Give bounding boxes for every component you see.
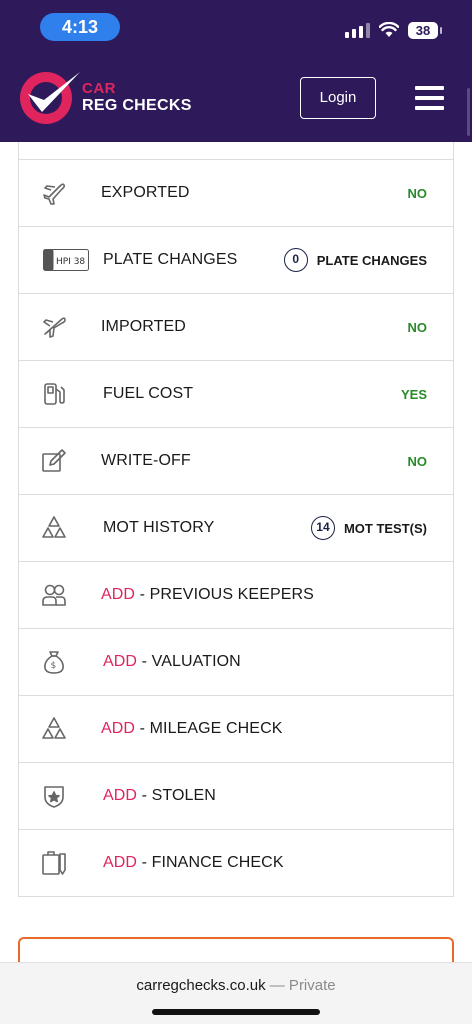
private-label: — Private	[269, 977, 336, 994]
warning-triangles-icon	[42, 717, 66, 739]
plate-text: HPI 38	[56, 257, 85, 267]
add-link[interactable]: ADD	[103, 854, 137, 871]
row-label: ADD - FINANCE CHECK	[103, 854, 284, 872]
logo-text-reg-checks: REG CHECKS	[82, 97, 192, 114]
row-label-text: - VALUATION	[141, 653, 241, 670]
url-text[interactable]: carregchecks.co.uk — Private	[0, 977, 472, 994]
row-label: PLATE CHANGES	[103, 251, 238, 268]
row-label: ADD - VALUATION	[103, 653, 241, 671]
row-value: NO	[407, 453, 428, 469]
login-button[interactable]: Login	[300, 77, 376, 119]
list-item-finance-check[interactable]: ADD - FINANCE CHECK	[18, 830, 454, 897]
cellular-signal-icon	[345, 22, 370, 38]
list-item-exported: EXPORTED NO	[18, 160, 454, 227]
wifi-icon	[379, 22, 399, 37]
count-badge: 0	[283, 248, 308, 272]
row-label: ADD - MILEAGE CHECK	[101, 720, 283, 738]
list-item-previous-keepers[interactable]: ADD - PREVIOUS KEEPERS	[18, 562, 454, 629]
status-time: 4:13	[40, 13, 120, 41]
row-value: YES	[400, 386, 427, 402]
browser-address-bar[interactable]: carregchecks.co.uk — Private	[0, 962, 472, 1024]
add-link[interactable]: ADD	[103, 787, 137, 804]
money-bag-icon: $	[44, 651, 64, 674]
add-link[interactable]: ADD	[103, 653, 137, 670]
add-link[interactable]: ADD	[101, 720, 135, 737]
list-item-plate-changes: HPI 38 PLATE CHANGES 0 PLATE CHANGES	[18, 227, 454, 294]
plane-arrival-icon	[43, 317, 66, 338]
logo-text-car: CAR	[82, 80, 116, 97]
row-count: 14 MOT TEST(S)	[310, 516, 427, 540]
row-label: ADD - STOLEN	[103, 787, 216, 805]
row-label-text: - PREVIOUS KEEPERS	[139, 586, 314, 603]
number-plate-icon: HPI 38	[43, 249, 89, 271]
row-label-text: - STOLEN	[141, 787, 216, 804]
plane-departure-icon	[43, 183, 66, 205]
app-header: 4:13 38 CAR REG CHECKS Login	[0, 0, 472, 142]
list-item-mot-history: MOT HISTORY 14 MOT TEST(S)	[18, 495, 454, 562]
list-item-fuel-cost: FUEL COST YES	[18, 361, 454, 428]
list-item-partial	[18, 142, 454, 160]
fuel-pump-icon	[44, 383, 65, 405]
list-item-write-off: WRITE-OFF NO	[18, 428, 454, 495]
row-label: ADD - PREVIOUS KEEPERS	[101, 586, 314, 604]
row-count: 0 PLATE CHANGES	[283, 248, 427, 272]
row-value: NO	[407, 319, 428, 335]
home-indicator[interactable]	[152, 1009, 320, 1015]
people-icon	[42, 584, 66, 606]
svg-text:$: $	[51, 661, 57, 671]
row-label: EXPORTED	[101, 184, 190, 201]
warning-triangles-icon	[42, 516, 66, 538]
menu-icon[interactable]	[415, 86, 444, 110]
count-badge: 14	[310, 516, 335, 540]
status-icons: 38	[345, 18, 442, 42]
list-item-mileage-check[interactable]: ADD - MILEAGE CHECK	[18, 696, 454, 763]
vehicle-check-list: EXPORTED NO HPI 38 PLATE CHANGES 0 PLATE…	[18, 142, 454, 897]
count-label: PLATE CHANGES	[316, 252, 427, 268]
list-item-stolen[interactable]: ADD - STOLEN	[18, 763, 454, 830]
url-domain: carregchecks.co.uk	[136, 977, 266, 994]
row-label: IMPORTED	[101, 318, 186, 335]
finance-document-icon	[42, 851, 66, 875]
battery-indicator: 38	[408, 21, 442, 39]
row-label-text: - MILEAGE CHECK	[139, 720, 283, 737]
row-label: MOT HISTORY	[103, 519, 215, 536]
row-label: FUEL COST	[103, 385, 194, 402]
row-label-text: - FINANCE CHECK	[141, 854, 284, 871]
add-link[interactable]: ADD	[101, 586, 135, 603]
scroll-indicator	[467, 88, 470, 136]
row-value: NO	[407, 185, 428, 201]
edit-document-icon	[42, 449, 66, 472]
police-badge-icon	[44, 786, 64, 808]
count-label: MOT TEST(S)	[343, 520, 427, 536]
row-label: WRITE-OFF	[101, 452, 191, 469]
list-item-valuation[interactable]: $ ADD - VALUATION	[18, 629, 454, 696]
list-item-imported: IMPORTED NO	[18, 294, 454, 361]
